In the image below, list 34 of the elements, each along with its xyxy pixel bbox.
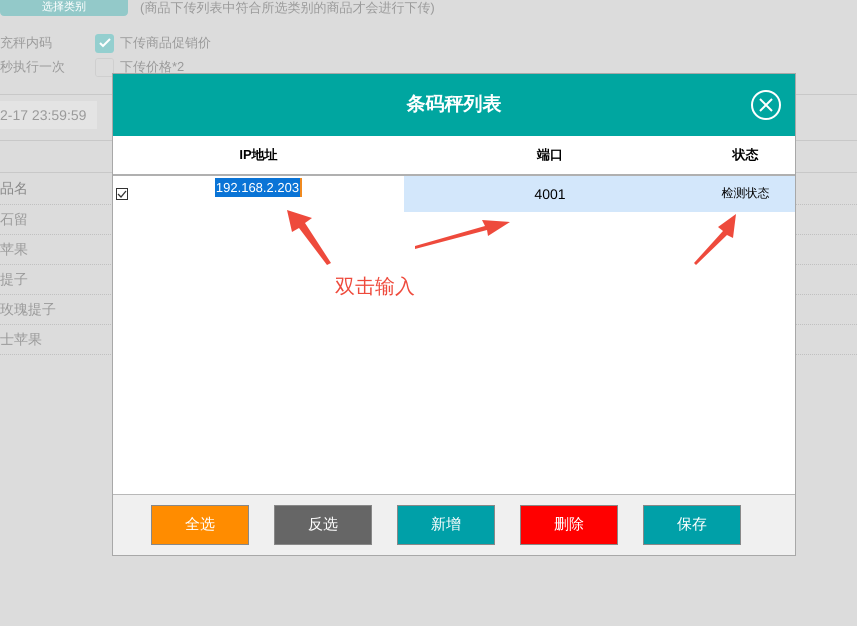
row-checkbox[interactable] bbox=[116, 188, 128, 200]
column-header: 端口 bbox=[537, 146, 563, 164]
table-cell-text: 士苹果 bbox=[0, 330, 42, 349]
table-cell-text: 苹果 bbox=[0, 240, 28, 259]
option-label: 秒执行一次 bbox=[0, 58, 66, 76]
annotation-arrow bbox=[694, 214, 736, 265]
checkbox-label: 下传商品促销价 bbox=[120, 34, 211, 52]
date-field[interactable]: 2-17 23:59:59 bbox=[0, 101, 97, 129]
status-cell-text: 检测状态 bbox=[720, 184, 770, 202]
action-button[interactable]: 全选 bbox=[151, 505, 249, 545]
column-header: 状态 bbox=[732, 146, 758, 164]
check-icon bbox=[117, 190, 127, 198]
ip-input-field[interactable]: 192.168.2.203 bbox=[214, 178, 302, 197]
checkbox-label: 下传价格*2 bbox=[120, 58, 184, 76]
annotation-text: 双击输入 bbox=[335, 275, 415, 300]
action-button[interactable]: 反选 bbox=[274, 505, 372, 545]
table-row-highlight[interactable]: 4001 检测状态 bbox=[404, 176, 795, 212]
action-button[interactable]: 新增 bbox=[397, 505, 495, 545]
table-cell-text: 石留 bbox=[0, 210, 28, 229]
dialog-title: 条码秤列表 bbox=[406, 92, 502, 117]
action-button[interactable]: 保存 bbox=[643, 505, 741, 545]
action-button[interactable]: 删除 bbox=[520, 505, 618, 545]
checkbox[interactable] bbox=[95, 34, 114, 52]
table-cell-text: 提子 bbox=[0, 270, 28, 289]
category-button[interactable]: 选择类别 bbox=[0, 0, 128, 16]
option-label: 充秤内码 bbox=[0, 34, 53, 52]
annotation-arrow bbox=[287, 210, 331, 265]
port-cell-text: 4001 bbox=[533, 184, 567, 204]
close-icon[interactable] bbox=[750, 89, 782, 121]
column-header: IP地址 bbox=[239, 146, 278, 164]
check-icon bbox=[98, 37, 112, 49]
table-cell-text: 玫瑰提子 bbox=[0, 300, 56, 319]
column-header: 品名 bbox=[0, 179, 28, 198]
category-hint: (商品下传列表中符合所选类别的商品才会进行下传) bbox=[140, 0, 435, 16]
